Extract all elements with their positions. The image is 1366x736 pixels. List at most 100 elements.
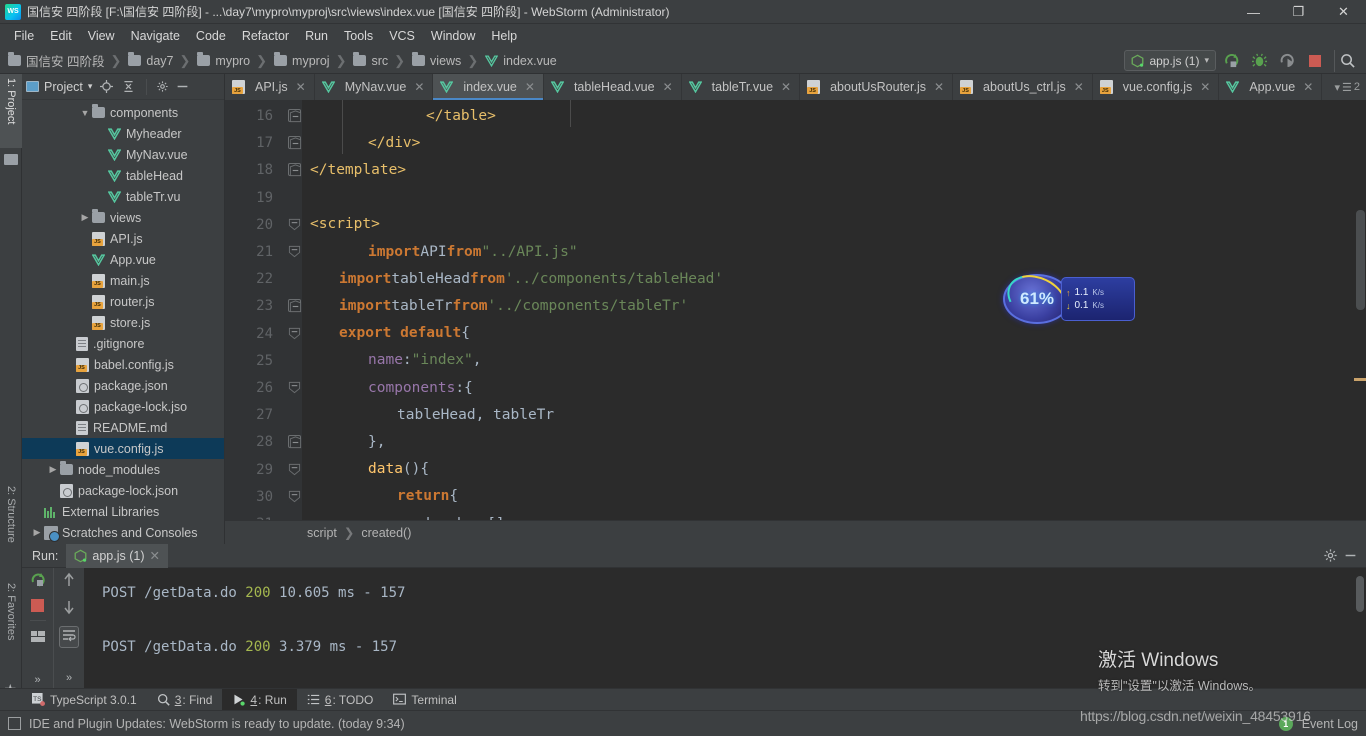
tree-item-myheader[interactable]: Myheader [22, 123, 224, 144]
gear-icon[interactable] [1322, 548, 1338, 564]
tree-item-readme-md[interactable]: README.md [22, 417, 224, 438]
menu-tools[interactable]: Tools [336, 27, 381, 45]
code-fold-toggle[interactable] [288, 217, 301, 231]
breadcrumb-item-views[interactable]: views ❯ [410, 50, 483, 72]
maximize-button[interactable]: ❐ [1276, 0, 1321, 24]
tree-item-components[interactable]: ▼ components [22, 102, 224, 123]
tree-item-api-js[interactable]: API.js [22, 228, 224, 249]
bottom-button-typescript[interactable]: TS TypeScript 3.0.1 [22, 689, 147, 711]
editor-scrollbar[interactable] [1356, 210, 1365, 310]
tree-item-package-lock-json[interactable]: package-lock.json [22, 480, 224, 501]
close-icon[interactable]: ✕ [296, 80, 306, 94]
chevron-right-icon[interactable]: ▶ [46, 464, 60, 475]
search-everywhere-icon[interactable] [1334, 49, 1360, 72]
editor-tab-api-js[interactable]: API.js ✕ [225, 74, 315, 100]
stop-icon[interactable] [1302, 50, 1328, 72]
editor-marker[interactable] [1354, 378, 1366, 381]
scroll-down-icon[interactable] [62, 599, 76, 618]
menu-file[interactable]: File [6, 27, 42, 45]
breadcrumb-item-day7[interactable]: day7 ❯ [126, 50, 195, 72]
code-fold-toggle[interactable] [288, 109, 302, 123]
code-editor[interactable]: 16 </table> 17 </div> 18 </template> 19 20 <scri… [225, 100, 1366, 520]
close-icon[interactable]: ✕ [1200, 80, 1210, 94]
tree-item-mynav-vue[interactable]: MyNav.vue [22, 144, 224, 165]
code-fold-toggle[interactable] [288, 136, 302, 150]
breadcrumb-script[interactable]: script [307, 526, 337, 540]
tree-item--gitignore[interactable]: .gitignore [22, 333, 224, 354]
console-scrollbar[interactable] [1356, 576, 1364, 612]
menu-help[interactable]: Help [483, 27, 525, 45]
editor-tabs-overflow[interactable]: ▾ ☰ 2 [1328, 74, 1366, 100]
tree-item-views[interactable]: ▶ views [22, 207, 224, 228]
tree-item-package-json[interactable]: package.json [22, 375, 224, 396]
close-icon[interactable]: ✕ [525, 80, 535, 94]
chevron-down-icon[interactable]: ▼ [78, 108, 92, 118]
run-tab-appjs[interactable]: app.js (1) ✕ [66, 543, 168, 568]
menu-view[interactable]: View [80, 27, 123, 45]
breadcrumb-item-mypro[interactable]: mypro ❯ [195, 50, 272, 72]
hide-icon[interactable] [1342, 548, 1358, 564]
rerun-icon[interactable] [30, 572, 46, 591]
close-icon[interactable]: ✕ [934, 80, 944, 94]
run-coverage-icon[interactable] [1274, 50, 1300, 72]
chevron-right-icon[interactable]: ▶ [30, 527, 44, 538]
tree-item-app-vue[interactable]: App.vue [22, 249, 224, 270]
tree-item-babel-config-js[interactable]: babel.config.js [22, 354, 224, 375]
close-icon[interactable]: ✕ [1303, 80, 1313, 94]
bottom-button-todo[interactable]: 6 : TODO [297, 689, 384, 711]
menu-edit[interactable]: Edit [42, 27, 80, 45]
code-fold-toggle[interactable] [288, 163, 302, 177]
network-speed-widget[interactable]: 61% ↑ 1.1 K/s ↓ 0.1 K/s [999, 265, 1135, 333]
code-fold-toggle[interactable] [288, 435, 302, 449]
sidebar-item-project[interactable]: 1: Project [0, 74, 22, 148]
code-fold-toggle[interactable] [288, 381, 301, 394]
close-icon[interactable]: ✕ [781, 80, 791, 94]
code-fold-toggle[interactable] [288, 489, 301, 503]
soft-wrap-icon[interactable] [59, 626, 79, 648]
tree-item-tablehead[interactable]: tableHead [22, 165, 224, 186]
tree-item-node-modules[interactable]: ▶ node_modules [22, 459, 224, 480]
close-icon[interactable]: ✕ [414, 80, 424, 94]
more-actions-icon[interactable]: » [66, 672, 72, 684]
tree-item-router-js[interactable]: router.js [22, 291, 224, 312]
sidebar-item-favorites[interactable]: 2: Favorites [0, 579, 22, 677]
menu-window[interactable]: Window [423, 27, 483, 45]
print-icon[interactable] [29, 620, 46, 646]
chevron-right-icon[interactable]: ▶ [78, 212, 92, 223]
gear-icon[interactable] [146, 78, 169, 95]
editor-tab-aboutusrouter-js[interactable]: aboutUsRouter.js ✕ [800, 74, 954, 100]
tree-item-store-js[interactable]: store.js [22, 312, 224, 333]
menu-code[interactable]: Code [188, 27, 234, 45]
tree-item-vue-config-js[interactable]: vue.config.js [22, 438, 224, 459]
run-configuration-selector[interactable]: app.js (1) ▾ [1124, 50, 1216, 71]
code-fold-toggle[interactable] [288, 245, 301, 258]
run-console-output[interactable]: POST /getData.do 200 10.605 ms - 157 POST… [84, 568, 1366, 688]
editor-tab-app-vue[interactable]: App.vue ✕ [1219, 74, 1323, 100]
editor-tab-index-vue[interactable]: index.vue ✕ [433, 74, 544, 100]
menu-vcs[interactable]: VCS [381, 27, 423, 45]
breadcrumb-created[interactable]: created() [361, 526, 411, 540]
editor-tab-tablehead-vue[interactable]: tableHead.vue ✕ [544, 74, 682, 100]
code-fold-toggle[interactable] [288, 326, 301, 340]
hide-icon[interactable] [174, 79, 190, 95]
breadcrumb-item-src[interactable]: src ❯ [351, 50, 410, 72]
tree-item-scratches-and-consoles[interactable]: ▶ Scratches and Consoles [22, 522, 224, 543]
breadcrumb-item-project[interactable]: 国信安 四阶段 ❯ [6, 50, 126, 72]
code-fold-toggle[interactable] [288, 462, 301, 476]
debug-icon[interactable] [1246, 50, 1272, 72]
breadcrumb-item-index-vue[interactable]: index.vue [483, 50, 560, 72]
tree-item-external-libraries[interactable]: External Libraries [22, 501, 224, 522]
collapse-all-icon[interactable] [120, 79, 136, 95]
run-icon[interactable] [1218, 50, 1244, 72]
stop-icon[interactable] [31, 599, 44, 612]
editor-tab-aboutus-ctrl-js[interactable]: aboutUs_ctrl.js ✕ [953, 74, 1093, 100]
more-actions-icon[interactable]: » [34, 674, 40, 686]
editor-tab-mynav-vue[interactable]: MyNav.vue ✕ [315, 74, 434, 100]
menu-refactor[interactable]: Refactor [234, 27, 297, 45]
menu-navigate[interactable]: Navigate [123, 27, 188, 45]
sidebar-item-structure[interactable]: 2: Structure [0, 482, 22, 574]
close-button[interactable]: ✕ [1321, 0, 1366, 24]
bottom-button-terminal[interactable]: Terminal [383, 689, 466, 711]
minimize-button[interactable]: — [1231, 0, 1276, 24]
editor-tab-tabletr-vue[interactable]: tableTr.vue ✕ [682, 74, 801, 100]
